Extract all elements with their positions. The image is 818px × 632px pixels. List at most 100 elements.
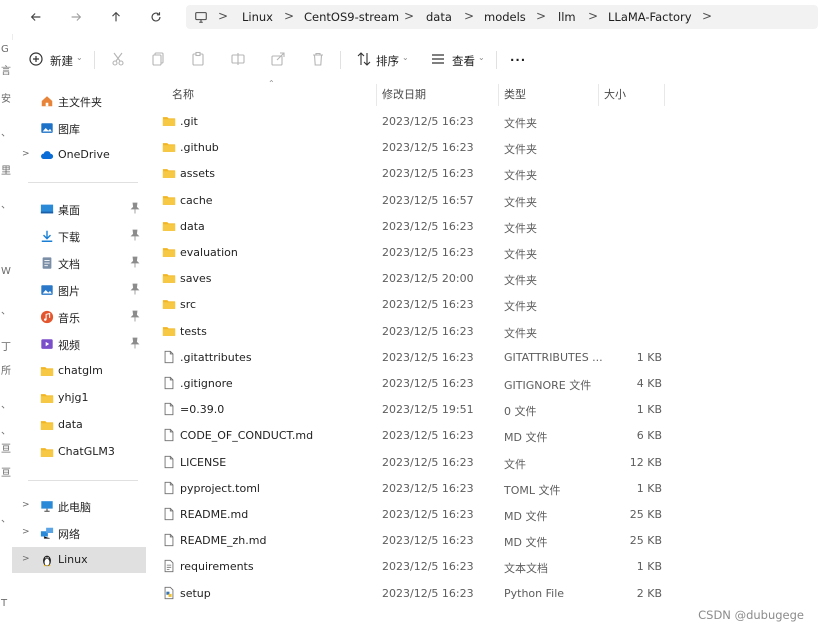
column-header-size[interactable]: 大小 [604,86,626,102]
plus-circle-icon[interactable] [28,51,44,67]
breadcrumb-llama-factory[interactable]: LLaMA-Factory [608,10,692,24]
folder-icon [40,364,54,378]
nav-item[interactable]: > 网络 [12,520,146,546]
music-icon [40,310,54,324]
folder-icon [40,418,54,432]
file-row[interactable]: LICENSE 2023/12/5 16:23 文件 12 KB [146,450,818,476]
file-row[interactable]: .gitattributes 2023/12/5 16:23 GITATTRIBUT… [146,345,818,371]
file-size: 12 KB [629,455,662,469]
column-header-name[interactable]: 名称 [172,86,194,102]
nav-item[interactable]: data [12,412,146,438]
file-name: .github [180,141,219,155]
view-icon[interactable] [430,51,446,67]
file-modified: 2023/12/5 20:00 [382,272,474,286]
file-row[interactable]: tests 2023/12/5 16:23 文件夹 [146,319,818,345]
nav-item-label: 文档 [58,258,80,271]
file-row[interactable]: src 2023/12/5 16:23 文件夹 [146,292,818,318]
nav-item[interactable]: 下载 [12,223,146,249]
file-list: ⌃ 名称 修改日期 类型 大小 .git 2023/12/5 16:23 文件夹 .g… [146,79,818,632]
toolbar-divider [340,51,341,69]
breadcrumb-linux[interactable]: Linux [242,10,273,24]
file-icon [162,428,176,442]
file-modified: 2023/12/5 16:23 [382,246,474,259]
arrow-left-icon [30,13,41,21]
sort-button[interactable]: 排序 [376,53,399,69]
file-row[interactable]: evaluation 2023/12/5 16:23 文件夹 [146,240,818,266]
rename-icon[interactable] [230,51,246,67]
file-row[interactable]: .git 2023/12/5 16:23 文件夹 [146,109,818,135]
nav-item[interactable]: 文档 [12,250,146,276]
view-button[interactable]: 查看 [452,53,475,69]
column-header-modified[interactable]: 修改日期 [382,86,426,102]
breadcrumb-centos9-stream[interactable]: CentOS9-stream [304,10,399,24]
refresh-button[interactable] [146,8,166,26]
watermark: CSDN @dubugege [698,608,804,622]
nav-item[interactable]: 主文件夹 [12,88,146,114]
back-button[interactable] [26,8,46,26]
file-type: GITIGNORE 文件 [504,379,592,392]
column-divider[interactable] [598,84,599,106]
nav-item[interactable]: 图库 [12,115,146,141]
file-type: MD 文件 [504,431,548,445]
paste-icon[interactable] [190,51,206,67]
nav-item[interactable]: 桌面 [12,196,146,222]
file-row[interactable]: data 2023/12/5 16:23 文件夹 [146,214,818,240]
up-button[interactable] [106,8,126,26]
column-divider[interactable] [498,84,499,106]
delete-icon[interactable] [310,51,326,67]
nav-item[interactable]: 视频 [12,331,146,357]
breadcrumb-data[interactable]: data [426,10,452,24]
nav-item[interactable]: > 此电脑 [12,493,146,519]
nav-item[interactable]: 音乐 [12,304,146,330]
nav-item[interactable]: ChatGLM3 [12,439,146,465]
expand-chevron-icon[interactable]: > [22,149,30,159]
video-icon [40,337,54,351]
file-row[interactable]: cache 2023/12/5 16:57 文件夹 [146,188,818,214]
sort-icon[interactable] [356,51,372,67]
file-row[interactable]: .gitignore 2023/12/5 16:23 GITIGNORE 文件 4 K… [146,371,818,397]
copy-icon[interactable] [150,51,166,67]
column-divider[interactable] [376,84,377,106]
nav-item[interactable]: 图片 [12,277,146,303]
cut-icon[interactable] [110,51,126,67]
nav-item[interactable]: > OneDrive [12,142,146,168]
nav-item-label: 网络 [58,528,80,541]
file-name: README_zh.md [180,534,267,548]
more-options-button[interactable]: ··· [510,53,526,67]
file-row[interactable]: saves 2023/12/5 20:00 文件夹 [146,266,818,292]
file-size: 2 KB [636,586,662,600]
nav-item[interactable]: yhjg1 [12,385,146,411]
expand-chevron-icon[interactable]: > [22,554,30,564]
file-name: .gitignore [180,377,233,390]
breadcrumb-llm[interactable]: llm [558,10,576,24]
file-row[interactable]: CODE_OF_CONDUCT.md 2023/12/5 16:23 MD 文件 6 … [146,423,818,449]
file-size: 1 KB [636,481,662,495]
file-row[interactable]: assets 2023/12/5 16:23 文件夹 [146,161,818,187]
file-icon [162,533,176,547]
expand-chevron-icon[interactable]: > [22,527,30,537]
share-icon[interactable] [270,51,286,67]
column-header-type[interactable]: 类型 [504,86,526,102]
file-name: LICENSE [180,455,227,469]
nav-item[interactable]: > Linux [12,547,146,573]
file-row[interactable]: .github 2023/12/5 16:23 文件夹 [146,135,818,161]
file-row[interactable]: requirements 2023/12/5 16:23 文本文档 1 KB [146,554,818,580]
nav-item[interactable]: chatglm [12,358,146,384]
breadcrumb[interactable]: > Linux > CentOS9-stream > data > models… [186,5,818,29]
nav-item-label: ChatGLM3 [58,445,115,458]
file-row[interactable]: README_zh.md 2023/12/5 16:23 MD 文件 25 KB [146,528,818,554]
column-divider[interactable] [664,84,665,106]
file-row[interactable]: setup 2023/12/5 16:23 Python File 2 KB [146,581,818,607]
file-name: assets [180,167,216,181]
background-window-glyph: 安 [1,94,11,105]
breadcrumb-models[interactable]: models [484,10,526,24]
file-row[interactable]: README.md 2023/12/5 16:23 MD 文件 25 KB [146,502,818,528]
file-row[interactable]: =0.39.0 2023/12/5 19:51 0 文件 1 KB [146,397,818,423]
expand-chevron-icon[interactable]: > [22,500,30,510]
forward-button[interactable] [66,8,86,26]
file-row[interactable]: pyproject.toml 2023/12/5 16:23 TOML 文件 1 KB [146,476,818,502]
file-modified: 2023/12/5 16:23 [382,534,474,548]
refresh-icon [151,12,161,22]
file-name: requirements [180,560,254,574]
new-button[interactable]: 新建 [50,53,73,69]
